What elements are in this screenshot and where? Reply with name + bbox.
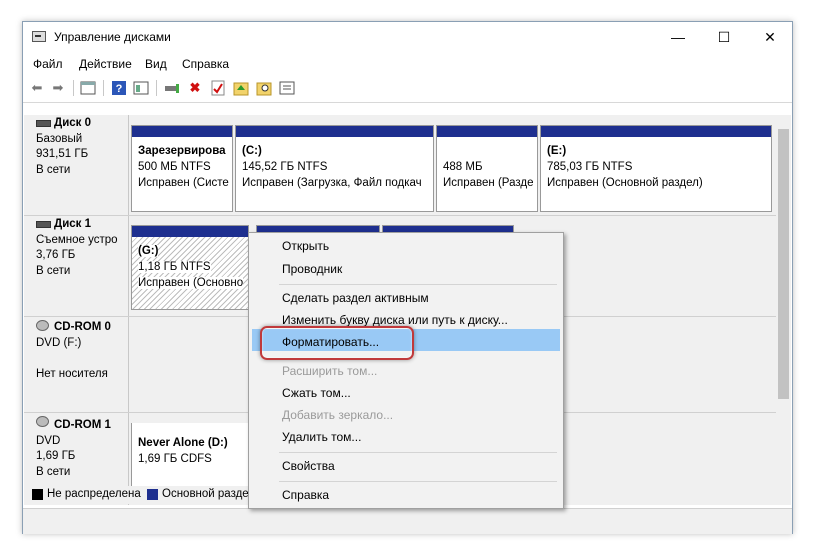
menu-item-properties[interactable]: Свойства [282, 459, 335, 473]
disk-size: 1,69 ГБ [36, 450, 76, 462]
status-bar [23, 508, 792, 534]
close-button[interactable]: ✕ [747, 22, 793, 52]
partition-title: (C:) [242, 145, 262, 157]
toolbar-separator [156, 80, 157, 96]
menu-help[interactable]: Справка [182, 57, 229, 71]
menu-item-help[interactable]: Справка [282, 488, 329, 502]
partition-bar [541, 126, 771, 137]
callout-highlight-ring [260, 326, 414, 360]
checklist-icon[interactable] [210, 80, 226, 96]
maximize-button[interactable]: ☐ [701, 22, 747, 52]
menu-view[interactable]: Вид [145, 57, 167, 71]
menu-bar: Файл Действие Вид Справка [23, 52, 792, 74]
properties-icon[interactable] [279, 80, 295, 96]
menu-item-open[interactable]: Открыть [282, 239, 329, 253]
help-icon[interactable]: ? [111, 80, 127, 96]
forward-icon[interactable]: ➡ [50, 80, 66, 96]
partition-size: 1,18 ГБ NTFS [138, 261, 211, 273]
legend-label: Не распределена [47, 488, 141, 500]
search-icon[interactable] [256, 80, 272, 96]
partition-size: 488 МБ [443, 161, 483, 173]
partition-state: Исправен (Разде [443, 177, 534, 189]
menu-item-delete[interactable]: Удалить том... [282, 430, 361, 444]
panel2-icon[interactable] [133, 80, 149, 96]
disk-size: 931,51 ГБ [36, 148, 89, 160]
disk-name: CD-ROM 1 [54, 419, 111, 431]
vertical-scrollbar[interactable] [776, 115, 791, 505]
disk-label[interactable]: Диск 0 Базовый 931,51 ГБ В сети [24, 115, 129, 215]
partition-title: (G:) [138, 245, 159, 257]
disk-status: Нет носителя [36, 368, 108, 380]
partition-size: 1,69 ГБ CDFS [138, 453, 212, 465]
toolbar-separator [103, 80, 104, 96]
legend-label: Основной разде [162, 488, 249, 500]
connect-icon[interactable] [164, 80, 180, 96]
window-title: Управление дисками [54, 30, 171, 44]
disk-name: Диск 0 [54, 117, 92, 129]
partition-state: Исправен (Основной раздел) [547, 177, 703, 189]
cdrom-icon [36, 416, 49, 427]
partition[interactable]: Зарезервирова 500 МБ NTFS Исправен (Сист… [131, 125, 233, 212]
panel-icon[interactable] [80, 80, 96, 96]
disk-type: Съемное устро [36, 234, 118, 246]
menu-item-shrink[interactable]: Сжать том... [282, 386, 351, 400]
partition-bar [236, 126, 433, 137]
title-bar: Управление дисками — ☐ ✕ [23, 22, 792, 52]
delete-icon[interactable]: ✖ [187, 80, 203, 96]
disk-type: Базовый [36, 133, 83, 145]
menu-item-mark-active[interactable]: Сделать раздел активным [282, 291, 429, 305]
disk-label[interactable]: CD-ROM 0 DVD (F:) Нет носителя [24, 317, 129, 412]
cdrom-icon [36, 320, 49, 331]
disk-status: В сети [36, 466, 71, 478]
up-icon[interactable] [233, 80, 249, 96]
disk-type: DVD [36, 435, 61, 447]
disk-status: В сети [36, 265, 71, 277]
partition-size: 145,52 ГБ NTFS [242, 161, 328, 173]
disk-name: CD-ROM 0 [54, 321, 111, 333]
toolbar-separator [73, 80, 74, 96]
menu-separator [279, 481, 557, 482]
menu-file[interactable]: Файл [33, 57, 63, 71]
drive-icon [36, 120, 51, 127]
legend-swatch-unallocated [32, 489, 43, 500]
partition-bar [132, 226, 248, 237]
partition-state: Исправен (Загрузка, Файл подкач [242, 177, 422, 189]
partition-state: Исправен (Основно [138, 277, 244, 289]
menu-separator [279, 452, 557, 453]
disk-row[interactable]: Диск 0 Базовый 931,51 ГБ В сети Зарезерв… [24, 115, 776, 216]
partition-title: Never Alone (D:) [138, 437, 228, 449]
menu-item-explorer[interactable]: Проводник [282, 262, 342, 276]
disk-type: DVD (F:) [36, 337, 82, 349]
menu-separator [279, 284, 557, 285]
partition-selected[interactable]: (G:) 1,18 ГБ NTFS Исправен (Основно [131, 225, 249, 310]
disk-label[interactable]: Диск 1 Съемное устро 3,76 ГБ В сети [24, 216, 129, 316]
menu-action[interactable]: Действие [79, 57, 132, 71]
partition-title: Зарезервирова [138, 145, 226, 157]
menu-item-add-mirror[interactable]: Добавить зеркало... [282, 408, 393, 422]
partition[interactable]: (E:) 785,03 ГБ NTFS Исправен (Основной р… [540, 125, 772, 212]
partition[interactable]: (C:) 145,52 ГБ NTFS Исправен (Загрузка, … [235, 125, 434, 212]
minimize-button[interactable]: — [655, 22, 701, 52]
partition-bar [437, 126, 537, 137]
disk-management-icon [32, 31, 46, 42]
disk-name: Диск 1 [54, 218, 92, 230]
menu-item-change-letter[interactable]: Изменить букву диска или путь к диску... [282, 313, 508, 327]
toolbar: ⬅ ➡ ? ✖ [23, 74, 792, 103]
partition-size: 785,03 ГБ NTFS [547, 161, 633, 173]
svg-text:?: ? [116, 83, 123, 95]
back-icon[interactable]: ⬅ [29, 80, 45, 96]
context-menu: Открыть Проводник Сделать раздел активны… [248, 232, 564, 509]
scrollbar-thumb[interactable] [778, 129, 789, 399]
partition-size: 500 МБ NTFS [138, 161, 211, 173]
partition-state: Исправен (Систе [138, 177, 229, 189]
disk-status: В сети [36, 164, 71, 176]
menu-item-extend[interactable]: Расширить том... [282, 364, 377, 378]
drive-icon [36, 221, 51, 228]
partition[interactable]: 488 МБ Исправен (Разде [436, 125, 538, 212]
partition-title: (E:) [547, 145, 567, 157]
partition-bar [132, 126, 232, 137]
disk-size: 3,76 ГБ [36, 249, 76, 261]
legend-swatch-primary [147, 489, 158, 500]
